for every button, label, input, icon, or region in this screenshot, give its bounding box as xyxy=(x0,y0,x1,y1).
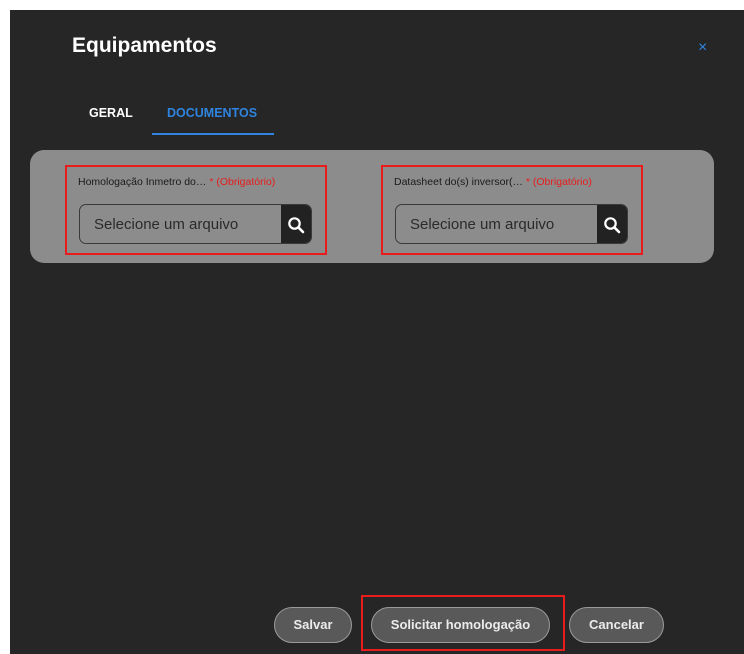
active-tab-indicator xyxy=(152,133,274,135)
tab-geral[interactable]: GERAL xyxy=(89,106,133,120)
tab-documentos[interactable]: DOCUMENTOS xyxy=(167,106,257,120)
datasheet-search-button[interactable] xyxy=(597,205,627,243)
required-marker: * (Obrigatório) xyxy=(209,176,276,188)
inmetro-field-label: Homologação Inmetro do… * (Obrigatório) xyxy=(78,176,276,188)
datasheet-file-input[interactable]: Selecione um arquivo xyxy=(395,204,628,244)
datasheet-field-label: Datasheet do(s) inversor(… * (Obrigatóri… xyxy=(394,176,592,188)
documents-panel: Homologação Inmetro do… * (Obrigatório) … xyxy=(30,150,714,263)
inmetro-field-highlight: Homologação Inmetro do… * (Obrigatório) … xyxy=(65,165,327,255)
inmetro-search-button[interactable] xyxy=(281,205,311,243)
cancel-button[interactable]: Cancelar xyxy=(569,607,664,643)
search-icon xyxy=(288,217,305,234)
close-icon[interactable]: × xyxy=(698,40,707,56)
dialog-title: Equipamentos xyxy=(72,34,217,57)
inmetro-file-placeholder: Selecione um arquivo xyxy=(94,216,239,233)
required-marker: * (Obrigatório) xyxy=(525,176,592,188)
inmetro-file-input[interactable]: Selecione um arquivo xyxy=(79,204,312,244)
datasheet-field-highlight: Datasheet do(s) inversor(… * (Obrigatóri… xyxy=(381,165,643,255)
save-button[interactable]: Salvar xyxy=(274,607,352,643)
equipment-dialog: Equipamentos × GERAL DOCUMENTOS Homologa… xyxy=(10,10,744,654)
datasheet-file-placeholder: Selecione um arquivo xyxy=(410,216,555,233)
request-homologation-button[interactable]: Solicitar homologação xyxy=(371,607,550,643)
search-icon xyxy=(604,217,621,234)
